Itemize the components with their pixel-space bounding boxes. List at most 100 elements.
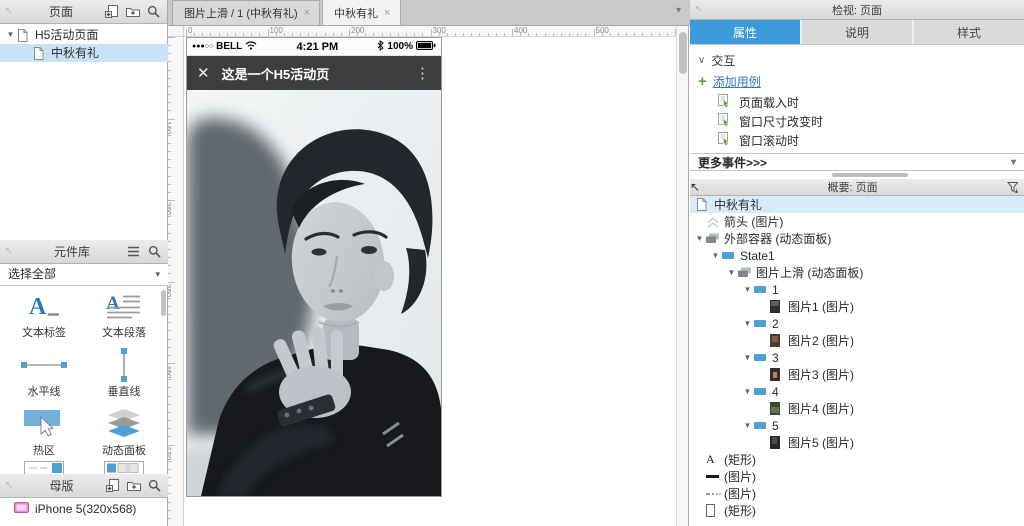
outline-row[interactable]: (图片) [690,468,1024,485]
chevron-down-icon[interactable]: ▾ [676,5,681,16]
page-tree-label: H5活动页面 [33,26,98,44]
filter-icon[interactable] [1005,180,1020,194]
collapse-icon[interactable]: ↖ [690,180,700,194]
outline-row[interactable]: (矩形) [690,502,1024,519]
glyph-dash [706,492,722,496]
tree-expand-icon[interactable]: ▼ [741,353,754,362]
collapse-icon[interactable]: ↖ [0,6,18,17]
tree-expand-icon[interactable]: ▼ [4,26,17,44]
tree-expand-icon[interactable]: ▼ [693,234,706,243]
search-icon[interactable] [146,5,161,19]
tree-expand-icon[interactable]: ▼ [741,421,754,430]
outline-row[interactable]: ▼3 [690,349,1024,366]
collapse-icon[interactable]: ↖ [690,4,708,15]
outline-row-label: 5 [770,419,779,433]
chevron-down-icon: ▾ [1011,157,1016,168]
outline-row[interactable]: A(矩形) [690,451,1024,468]
library-item-partial[interactable] [4,461,84,474]
ruler-tick [168,184,171,185]
outline-row[interactable]: 图片5 (图片) [690,434,1024,451]
search-icon[interactable] [147,245,162,259]
inspector-tab-1[interactable]: 属性 [690,20,800,44]
outline-row[interactable]: ▼1 [690,281,1024,298]
library-item-partial[interactable] [84,461,164,474]
add-folder-icon[interactable] [126,479,141,493]
master-item-iphone5[interactable]: iPhone 5(320x568) [0,500,168,518]
tab-close-icon[interactable]: × [304,7,310,19]
tree-expand-icon[interactable]: ▼ [741,387,754,396]
horizontal-scrollbar-thumb[interactable] [832,173,908,177]
more-events-label: 更多事件>>> [698,154,767,171]
ruler-tick [168,396,171,397]
close-icon[interactable]: ✕ [197,64,210,82]
ruler-tick [406,33,407,36]
add-folder-icon[interactable] [125,5,140,19]
event-label: 窗口滚动时 [739,132,799,149]
more-events-dropdown[interactable]: 更多事件>>> ▾ [690,153,1024,171]
outline-row[interactable]: ▼4 [690,383,1024,400]
master-item-label: iPhone 5(320x568) [35,500,136,518]
library-item-5[interactable]: 热区 [4,406,84,465]
canvas-vertical-scrollbar[interactable] [676,26,689,526]
outline-row[interactable]: 图片2 (图片) [690,332,1024,349]
outline-row-label: 中秋有礼 [712,196,762,213]
outline-row[interactable]: (图片) [690,485,1024,502]
library-item-4[interactable]: 垂直线 [84,347,164,406]
library-filter-select[interactable]: 选择全部 ▾ [0,264,168,286]
tree-expand-icon[interactable]: ▼ [725,268,738,277]
ruler-tick [168,167,171,168]
collapse-icon[interactable]: ↖ [0,480,18,491]
outline-row[interactable]: ▼5 [690,417,1024,434]
interaction-section-header[interactable]: ∨ 交互 [698,52,735,69]
outline-row[interactable]: 中秋有礼 [690,196,1024,213]
vline-icon [120,347,128,383]
search-icon[interactable] [147,479,162,493]
menu-icon[interactable] [126,245,141,259]
library-item-3[interactable]: 水平线 [4,347,84,406]
outline-row[interactable]: 图片1 (图片) [690,298,1024,315]
outline-row[interactable]: ▼外部容器 (动态面板) [690,230,1024,247]
event-item[interactable]: 窗口滚动时 [718,132,799,148]
add-page-icon[interactable] [105,479,120,493]
more-menu-icon[interactable]: ⋮ [415,64,431,82]
ruler-tick [585,33,586,36]
masters-panel-title: 母版 [18,477,105,494]
inspector-tab-3[interactable]: 样式 [914,20,1024,44]
phone-navbar[interactable]: ✕ 这是一个H5活动页 ⋮ [187,56,441,90]
ruler-tick [308,33,309,36]
canvas-photo-image[interactable] [187,90,441,496]
outline-row[interactable]: ▼2 [690,315,1024,332]
page-tree-item[interactable]: ▼ H5活动页面 [0,26,168,44]
ruler-tick [168,461,171,462]
library-item-6[interactable]: 动态面板 [84,406,164,465]
inspector-tab-2[interactable]: 说明 [802,20,912,44]
ruler-tick [168,192,171,193]
outline-row[interactable]: 图片4 (图片) [690,400,1024,417]
library-scrollbar-thumb[interactable] [161,290,166,316]
document-tab[interactable]: 中秋有礼× [322,0,400,25]
ruler-tick [259,33,260,36]
phone-status-bar[interactable]: ●●●○○ BELL 4:21 PM 100% [187,38,441,56]
page-tree-item[interactable]: 中秋有礼 [0,44,168,62]
outline-row[interactable]: ▼图片上滑 (动态面板) [690,264,1024,281]
tree-expand-icon[interactable]: ▼ [741,319,754,328]
event-item[interactable]: 页面载入时 [718,94,799,110]
outline-row[interactable]: ▼State1 [690,247,1024,264]
outline-row[interactable]: 箭头 (图片) [690,213,1024,230]
phone-mockup[interactable]: ●●●○○ BELL 4:21 PM 100% ✕ 这是一个H5活动页 ⋮ [186,37,442,497]
inspector-title: 检视: 页面 [708,2,1006,18]
tree-expand-icon[interactable]: ▼ [741,285,754,294]
library-grid: A文本标签A文本段落水平线垂直线热区动态面板 [4,288,164,465]
bluetooth-icon [377,40,384,54]
tree-expand-icon[interactable]: ▼ [709,251,722,260]
collapse-icon[interactable]: ↖ [0,246,18,257]
scrollbar-thumb[interactable] [679,32,687,74]
library-item-1[interactable]: A文本标签 [4,288,84,347]
add-page-icon[interactable] [104,5,119,19]
outline-row[interactable]: 图片3 (图片) [690,366,1024,383]
add-case-button[interactable]: + 添加用例 [698,73,761,90]
tab-close-icon[interactable]: × [384,7,390,19]
library-item-2[interactable]: A文本段落 [84,288,164,347]
document-tab[interactable]: 图片上滑 / 1 (中秋有礼)× [172,0,320,25]
event-item[interactable]: 窗口尺寸改变时 [718,113,823,129]
